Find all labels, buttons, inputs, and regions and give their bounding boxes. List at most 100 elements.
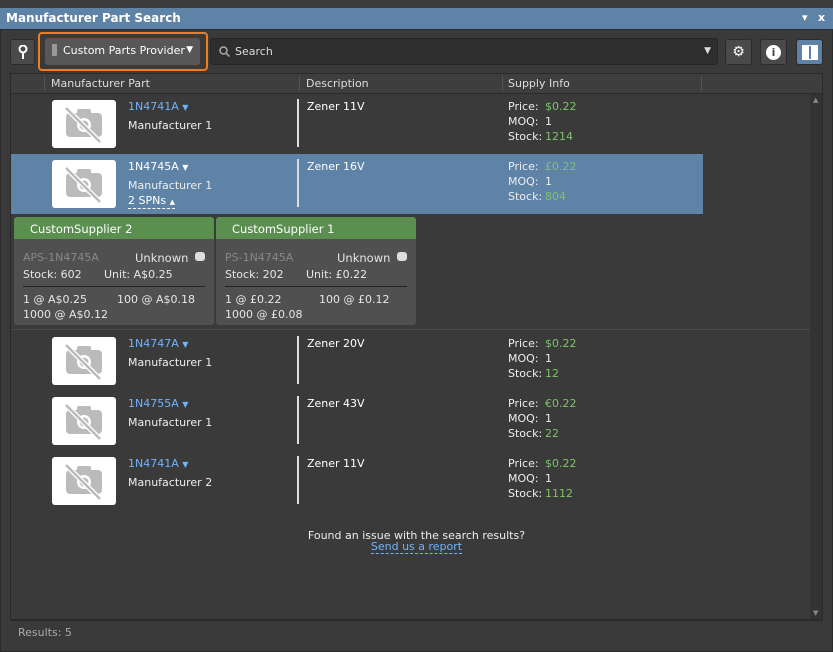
search-history-dropdown-icon[interactable]: ▼ (704, 46, 711, 56)
chevron-down-icon: ▼ (182, 400, 189, 409)
moq-value: 1 (545, 352, 552, 365)
moq-label: MOQ: (508, 115, 539, 128)
gear-icon: ⚙ (732, 44, 745, 60)
search-placeholder: Search (235, 45, 273, 58)
results-list: Manufacturer Part Description Supply Inf… (10, 73, 823, 620)
price-value: $0.22 (545, 337, 577, 350)
price-break: 1 @ A$0.25 (23, 293, 88, 306)
description: Zener 11V (307, 457, 365, 470)
chevron-down-icon: ▼ (182, 103, 189, 112)
supplier-stock: Stock: 202 (225, 268, 284, 281)
no-image-icon (64, 403, 102, 441)
divider (297, 159, 299, 207)
table-row[interactable]: 1N4745A ▼ Manufacturer 1 2 SPNs ▲ Zener … (11, 154, 703, 214)
filter-button[interactable] (10, 39, 35, 65)
supplier-card[interactable]: CustomSupplier 2 APS-1N4745A Unknown Sto… (14, 217, 214, 325)
database-icon (397, 252, 407, 261)
search-icon (219, 46, 230, 57)
supplier-status: Unknown (337, 251, 391, 265)
title-bar: Manufacturer Part Search ▾ x (0, 8, 833, 29)
stock-label: Stock: (508, 190, 543, 203)
vertical-scrollbar[interactable]: ▲ ▼ (810, 94, 822, 619)
description: Zener 43V (307, 397, 365, 410)
supplier-stock: Stock: 602 (23, 268, 82, 281)
window-title: Manufacturer Part Search (6, 11, 181, 25)
table-row[interactable]: 1N4741A ▼ Manufacturer 1 Zener 11V Price… (11, 94, 703, 154)
price-break: 1000 @ A$0.12 (23, 308, 109, 321)
description: Zener 20V (307, 337, 365, 350)
supplier-status: Unknown (135, 251, 189, 265)
supplier-unit-price: Unit: £0.22 (306, 268, 368, 281)
list-header: Manufacturer Part Description Supply Inf… (11, 74, 822, 94)
details-panel-toggle[interactable] (796, 39, 823, 65)
part-image (52, 100, 116, 148)
close-icon[interactable]: x (818, 11, 825, 24)
part-number-link[interactable]: 1N4747A ▼ (128, 337, 188, 350)
price-label: Price: (508, 457, 539, 470)
description: Zener 16V (307, 160, 365, 173)
info-button[interactable]: i (760, 39, 787, 65)
manufacturer: Manufacturer 1 (128, 179, 213, 192)
table-row[interactable]: 1N4741A ▼ Manufacturer 2 Zener 11V Price… (11, 451, 703, 511)
part-number-link[interactable]: 1N4755A ▼ (128, 397, 188, 410)
no-image-icon (64, 343, 102, 381)
supplier-name: CustomSupplier 2 (14, 217, 214, 239)
column-description[interactable]: Description (306, 77, 369, 90)
moq-value: 1 (545, 115, 552, 128)
no-image-icon (64, 106, 102, 144)
table-row[interactable]: 1N4747A ▼ Manufacturer 1 Zener 20V Price… (11, 331, 703, 391)
send-report-link[interactable]: Send us a report (370, 540, 463, 554)
spns-toggle[interactable]: 2 SPNs ▲ (128, 195, 175, 209)
stock-value: 22 (545, 427, 559, 440)
divider (297, 456, 299, 504)
settings-button[interactable]: ⚙ (725, 39, 752, 65)
status-bar: Results: 5 (10, 620, 823, 642)
no-image-icon (64, 463, 102, 501)
database-icon (195, 252, 205, 261)
column-supply-info[interactable]: Supply Info (508, 77, 570, 90)
table-row[interactable]: 1N4755A ▼ Manufacturer 1 Zener 43V Price… (11, 391, 703, 451)
search-input[interactable]: Search ▼ (210, 38, 718, 65)
stock-value: 804 (545, 190, 566, 203)
supplier-card[interactable]: CustomSupplier 1 PS-1N4745A Unknown Stoc… (216, 217, 416, 325)
moq-label: MOQ: (508, 175, 539, 188)
scroll-down-icon[interactable]: ▼ (813, 609, 818, 617)
moq-value: 1 (545, 175, 552, 188)
moq-label: MOQ: (508, 412, 539, 425)
database-icon (52, 44, 57, 56)
part-number-link[interactable]: 1N4741A ▼ (128, 457, 188, 470)
chevron-down-icon: ▼ (182, 460, 189, 469)
stock-label: Stock: (508, 367, 543, 380)
manufacturer: Manufacturer 1 (128, 119, 213, 132)
results-count: Results: 5 (18, 626, 72, 639)
split-panel-icon (801, 44, 818, 60)
part-number-link[interactable]: 1N4745A ▼ (128, 160, 188, 173)
manufacturer: Manufacturer 2 (128, 476, 213, 489)
column-manufacturer-part[interactable]: Manufacturer Part (51, 77, 150, 90)
filter-icon (18, 45, 27, 59)
part-image (52, 457, 116, 505)
manufacturer: Manufacturer 1 (128, 416, 213, 429)
part-number-link[interactable]: 1N4741A ▼ (128, 100, 188, 113)
price-value: £0.22 (545, 160, 577, 173)
price-value: €0.22 (545, 397, 577, 410)
stock-value: 1214 (545, 130, 573, 143)
manufacturer: Manufacturer 1 (128, 356, 213, 369)
scroll-up-icon[interactable]: ▲ (813, 96, 818, 104)
panel-menu-icon[interactable]: ▾ (802, 11, 808, 24)
part-image (52, 160, 116, 208)
stock-label: Stock: (508, 130, 543, 143)
chevron-down-icon: ▼ (182, 340, 189, 349)
price-label: Price: (508, 100, 539, 113)
description: Zener 11V (307, 100, 365, 113)
price-break: 100 @ £0.12 (319, 293, 390, 306)
price-break: 100 @ A$0.18 (117, 293, 196, 306)
chevron-down-icon: ▼ (186, 45, 193, 55)
divider (297, 99, 299, 147)
moq-label: MOQ: (508, 472, 539, 485)
supplier-part-number: APS-1N4745A (23, 251, 99, 264)
price-break: 1 @ £0.22 (225, 293, 282, 306)
provider-dropdown[interactable]: Custom Parts Provider ▼ (45, 38, 200, 65)
no-image-icon (64, 166, 102, 204)
supplier-name: CustomSupplier 1 (216, 217, 416, 239)
